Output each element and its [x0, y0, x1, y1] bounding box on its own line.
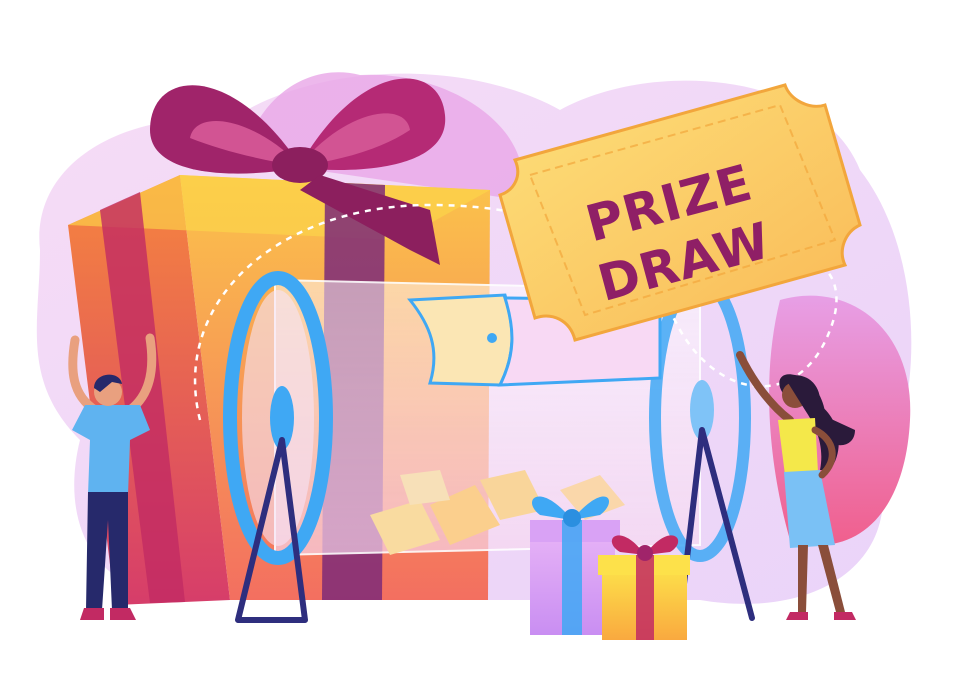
prize-draw-illustration: PRIZE DRAW [36, 72, 912, 640]
